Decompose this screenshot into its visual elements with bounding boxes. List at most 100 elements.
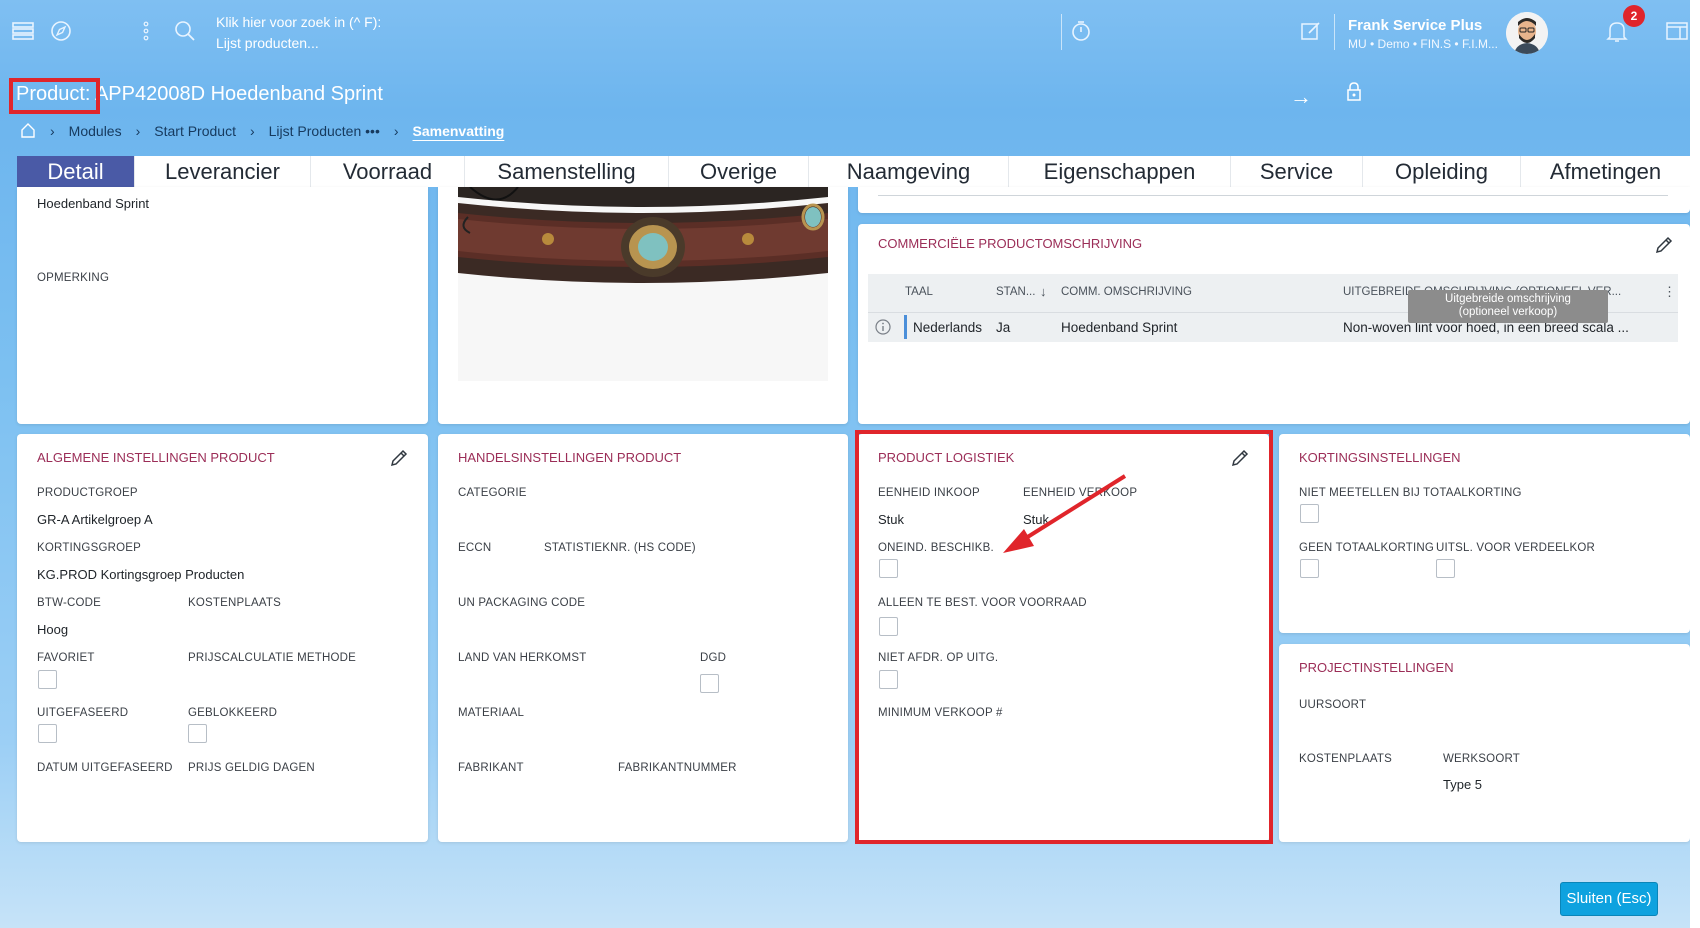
- chevron-right-icon: ›: [50, 123, 55, 139]
- lock-icon[interactable]: [1346, 82, 1362, 107]
- column-header-comm-omschrijving[interactable]: COMM. OMSCHRIJVING: [1061, 286, 1192, 298]
- info-icon[interactable]: [875, 319, 891, 338]
- uitgefaseerd-checkbox[interactable]: [38, 724, 57, 743]
- materiaal-label: MATERIAAL: [458, 707, 525, 719]
- fabrikantnummer-label: FABRIKANTNUMMER: [618, 762, 737, 774]
- korting-panel: KORTINGSINSTELLINGEN NIET MEETELLEN BIJ …: [1279, 434, 1690, 633]
- chevron-right-icon: ›: [249, 123, 255, 139]
- edit-note-icon[interactable]: [1298, 18, 1324, 44]
- pencil-icon[interactable]: [389, 448, 409, 474]
- tab-afmetingen[interactable]: Afmetingen: [1521, 156, 1690, 187]
- tooltip-line: (optioneel verkoop): [1458, 306, 1558, 318]
- arrow-right-icon[interactable]: →: [1290, 84, 1312, 110]
- sort-arrow-down-icon[interactable]: ↓: [1040, 284, 1047, 299]
- geblokkeerd-label: GEBLOKKEERD: [188, 707, 278, 719]
- eccn-label: ECCN: [458, 542, 492, 554]
- compass-icon[interactable]: [48, 18, 74, 44]
- close-button[interactable]: Sluiten (Esc): [1560, 882, 1658, 916]
- product-image[interactable]: [458, 187, 828, 381]
- kortingsgroep-label: KORTINGSGROEP: [37, 542, 141, 554]
- prijs-geldig-dagen-label: PRIJS GELDIG DAGEN: [188, 762, 315, 774]
- tab-bar: Detail Leverancier Voorraad Samenstellin…: [17, 156, 1690, 187]
- eigenschappen-stub-panel: [858, 187, 1690, 213]
- tab-overige[interactable]: Overige: [669, 156, 809, 187]
- description-panel: Hoedenband Sprint OPMERKING: [17, 187, 428, 424]
- row-indicator: [904, 315, 907, 339]
- global-search-input[interactable]: Klik hier voor zoek in (^ F): Lijst prod…: [216, 12, 381, 54]
- favoriet-checkbox[interactable]: [38, 670, 57, 689]
- image-panel: [438, 187, 848, 424]
- statistieknr-label: STATISTIEKNR. (HS CODE): [544, 542, 696, 554]
- description-value: Hoedenband Sprint: [37, 196, 150, 211]
- column-header-taal[interactable]: TAAL: [905, 286, 933, 298]
- home-icon[interactable]: [20, 122, 36, 141]
- geen-totaalkorting-label: GEEN TOTAALKORTING: [1299, 542, 1435, 554]
- top-bar: Klik hier voor zoek in (^ F): Lijst prod…: [0, 0, 1690, 64]
- cell-standaard: Ja: [996, 320, 1011, 335]
- search-context: Lijst producten...: [216, 35, 319, 51]
- tab-naamgeving[interactable]: Naamgeving: [809, 156, 1009, 187]
- commercieel-title: COMMERCIËLE PRODUCTOMSCHRIJVING: [878, 236, 1143, 251]
- search-icon[interactable]: [172, 18, 198, 44]
- productgroep-label: PRODUCTGROEP: [37, 487, 138, 499]
- more-vertical-icon[interactable]: [133, 18, 159, 44]
- dgd-checkbox[interactable]: [700, 674, 719, 693]
- commercieel-panel: COMMERCIËLE PRODUCTOMSCHRIJVING TAAL STA…: [858, 224, 1690, 424]
- tab-detail[interactable]: Detail: [17, 156, 135, 187]
- tab-samenstelling[interactable]: Samenstelling: [465, 156, 669, 187]
- algemene-title: ALGEMENE INSTELLINGEN PRODUCT: [37, 450, 275, 465]
- breadcrumb-item[interactable]: Modules: [69, 123, 122, 139]
- list-icon[interactable]: [10, 18, 36, 44]
- algemene-panel: ALGEMENE INSTELLINGEN PRODUCT PRODUCTGRO…: [17, 434, 428, 842]
- app-window: Klik hier voor zoek in (^ F): Lijst prod…: [0, 0, 1700, 928]
- uitsl-verdeelkorting-checkbox[interactable]: [1436, 559, 1455, 578]
- geblokkeerd-checkbox[interactable]: [188, 724, 207, 743]
- niet-meetellen-checkbox[interactable]: [1300, 504, 1319, 523]
- column-menu-icon[interactable]: ⋮: [1663, 284, 1676, 300]
- column-header-standaard[interactable]: STAN...: [996, 286, 1035, 298]
- highlight-box: [9, 78, 100, 114]
- cell-taal: Nederlands: [913, 320, 983, 335]
- tab-leverancier[interactable]: Leverancier: [135, 156, 311, 187]
- window-icon[interactable]: [1664, 18, 1690, 44]
- highlight-box: [855, 430, 1273, 844]
- user-name[interactable]: Frank Service Plus: [1348, 17, 1482, 34]
- btw-code-value[interactable]: Hoog: [37, 622, 68, 637]
- tab-service[interactable]: Service: [1231, 156, 1363, 187]
- cell-comm-omschrijving: Hoedenband Sprint: [1061, 320, 1178, 335]
- search-hint: Klik hier voor zoek in (^ F):: [216, 14, 382, 30]
- opmerking-label: OPMERKING: [37, 272, 110, 284]
- notification-badge: 2: [1623, 5, 1645, 27]
- chevron-right-icon: ›: [393, 123, 399, 139]
- tab-opleiding[interactable]: Opleiding: [1363, 156, 1521, 187]
- timer-icon[interactable]: [1068, 18, 1094, 44]
- uitgefaseerd-label: UITGEFASEERD: [37, 707, 129, 719]
- handel-title: HANDELSINSTELLINGEN PRODUCT: [458, 450, 682, 465]
- breadcrumb-active[interactable]: Samenvatting: [413, 123, 505, 139]
- breadcrumb: › Modules › Start Product › Lijst Produc…: [20, 120, 504, 142]
- divider: [1061, 14, 1062, 50]
- uitsl-verdeelkorting-label: UITSL. VOOR VERDEELKOR: [1436, 542, 1596, 554]
- fabrikant-label: FABRIKANT: [458, 762, 524, 774]
- breadcrumb-item[interactable]: Start Product: [154, 123, 236, 139]
- kostenplaats-label: KOSTENPLAATS: [1299, 753, 1392, 765]
- btw-code-label: BTW-CODE: [37, 597, 101, 609]
- werksoort-label: WERKSOORT: [1443, 753, 1520, 765]
- geen-totaalkorting-checkbox[interactable]: [1300, 559, 1319, 578]
- project-title: PROJECTINSTELLINGEN: [1299, 660, 1454, 675]
- favoriet-label: FAVORIET: [37, 652, 95, 664]
- avatar[interactable]: [1506, 12, 1548, 54]
- werksoort-value[interactable]: Type 5: [1443, 777, 1482, 792]
- tab-eigenschappen[interactable]: Eigenschappen: [1009, 156, 1231, 187]
- tab-voorraad[interactable]: Voorraad: [311, 156, 465, 187]
- kortingsgroep-value[interactable]: KG.PROD Kortingsgroep Producten: [37, 567, 244, 582]
- pencil-icon[interactable]: [1654, 235, 1674, 261]
- categorie-label: CATEGORIE: [458, 487, 527, 499]
- project-panel: PROJECTINSTELLINGEN UURSOORT KOSTENPLAAT…: [1279, 644, 1690, 842]
- dgd-label: DGD: [700, 652, 727, 664]
- divider: [878, 195, 1668, 196]
- datum-uitgefaseerd-label: DATUM UITGEFASEERD: [37, 762, 173, 774]
- title-text: APP42008D Hoedenband Sprint: [94, 83, 383, 105]
- breadcrumb-item[interactable]: Lijst Producten •••: [269, 123, 380, 139]
- productgroep-value[interactable]: GR-A Artikelgroep A: [37, 512, 153, 527]
